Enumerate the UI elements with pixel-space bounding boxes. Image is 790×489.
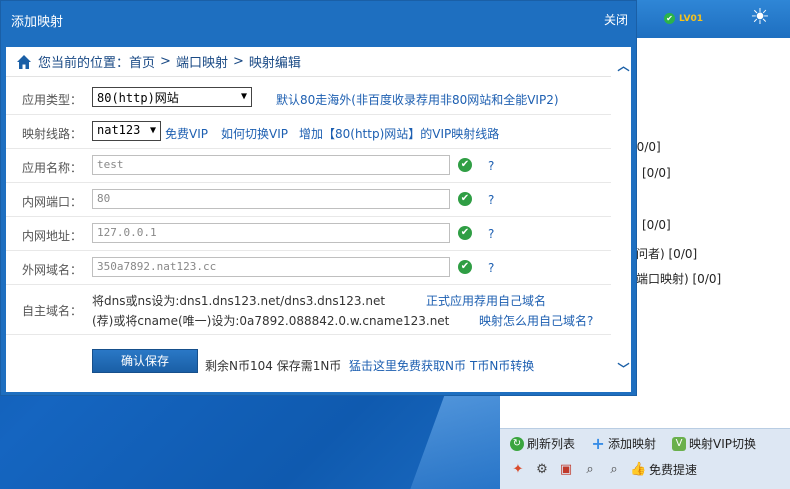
check-icon: ✔	[458, 192, 472, 206]
free-speed-label: 免费提速	[649, 463, 698, 477]
how-switch-vip-link[interactable]: 如何切换VIP	[221, 125, 288, 142]
thumbs-up-icon: 👍	[630, 461, 647, 477]
list-item: [0/0]	[642, 218, 671, 232]
check-icon: ✔	[458, 260, 472, 274]
refresh-icon: ↻	[510, 436, 524, 451]
row-custom-domain: 自主域名： 将dns或ns设为:dns1.dns123.net/dns3.dns…	[6, 285, 611, 335]
level-check-icon: ✔	[664, 13, 675, 24]
dialog-title: 添加映射	[11, 15, 64, 30]
add-vip-route-link[interactable]: 增加【80(http)网站】的VIP映射线路	[299, 125, 499, 142]
zoom-icon[interactable]: ⌕	[606, 462, 622, 478]
how-use-own-domain-link[interactable]: 映射怎么用自己域名?	[479, 312, 593, 329]
breadcrumb-separator: >	[232, 54, 244, 69]
chevron-down-icon: ▼	[240, 91, 247, 102]
mapping-form: 应用类型： 80(http)网站 ▼ 默认80走海外(非百度收录荐用非80网站和…	[6, 81, 611, 335]
wan-domain-help-link[interactable]: ?	[488, 261, 494, 275]
confirm-save-button[interactable]: 确认保存	[92, 349, 198, 373]
scroll-up-icon[interactable]: ︿	[616, 57, 631, 73]
row-wan-domain: 外网域名： 350a7892.nat123.cc ✔ ?	[6, 251, 611, 285]
home-icon	[17, 54, 31, 69]
list-item: 问者) [0/0]	[636, 247, 698, 261]
level-text: LV01	[679, 13, 703, 24]
custom-domain-cname-text: (荐)或将cname(唯一)设为:0a7892.088842.0.w.cname…	[92, 314, 450, 328]
lan-addr-label: 内网地址：	[22, 229, 83, 243]
row-lan-addr: 内网地址： 127.0.0.1 ✔ ?	[6, 217, 611, 251]
app-type-select[interactable]: 80(http)网站 ▼	[92, 87, 252, 107]
app-bottom-toolbar: ↻ 刷新列表 + 添加映射 V 映射VIP切换 ✦ ⚙ ▣ ⌕ ⌕ 👍 免费提速	[500, 428, 790, 489]
custom-domain-label: 自主域名：	[22, 304, 83, 318]
level-badge: ✔ LV01	[664, 13, 703, 24]
check-icon: ✔	[458, 158, 472, 172]
scroll-down-icon[interactable]: ﹀	[616, 360, 631, 376]
refresh-label: 刷新列表	[527, 437, 576, 451]
list-item: 端口映射) [0/0]	[636, 272, 722, 286]
add-mapping-label: 添加映射	[608, 437, 657, 451]
app-type-selected: 80(http)网站	[97, 91, 179, 105]
lan-port-label: 内网端口：	[22, 195, 83, 209]
row-lan-port: 内网端口： 80 ✔ ?	[6, 183, 611, 217]
plus-icon: +	[591, 433, 605, 453]
vip-switch-button[interactable]: V 映射VIP切换	[672, 435, 756, 452]
app-name-help-link[interactable]: ?	[488, 159, 494, 173]
add-mapping-dialog: 添加映射 关闭 您当前的位置： 首页 > 端口映射 > 映射编辑 应用类型： 8…	[0, 0, 637, 396]
free-speed-button[interactable]: 👍 免费提速	[630, 461, 697, 478]
app-name-input[interactable]: test	[92, 155, 450, 175]
use-own-domain-link[interactable]: 正式应用荐用自己域名	[426, 292, 546, 309]
row-app-type: 应用类型： 80(http)网站 ▼ 默认80走海外(非百度收录荐用非80网站和…	[6, 81, 611, 115]
lan-addr-help-link[interactable]: ?	[488, 227, 494, 241]
list-item: [0/0]	[642, 166, 671, 180]
breadcrumb: 您当前的位置： 首页 > 端口映射 > 映射编辑	[6, 47, 611, 77]
breadcrumb-separator: >	[160, 54, 171, 69]
check-icon: ✔	[458, 226, 472, 240]
breadcrumb-home[interactable]: 首页	[129, 52, 155, 71]
route-label: 映射线路：	[22, 127, 83, 141]
breadcrumb-mapping-edit: 映射编辑	[248, 56, 301, 71]
dialog-body: 您当前的位置： 首页 > 端口映射 > 映射编辑 应用类型： 80(http)网…	[6, 47, 631, 392]
gear-icon[interactable]: ⚙	[534, 462, 550, 478]
search-icon[interactable]: ⌕	[582, 462, 598, 478]
vip-icon: V	[672, 436, 687, 451]
app-type-label: 应用类型：	[22, 93, 83, 107]
dialog-header: 添加映射 关闭	[1, 1, 636, 39]
clapper-icon[interactable]: ▣	[558, 462, 574, 478]
wan-domain-input[interactable]: 350a7892.nat123.cc	[92, 257, 450, 277]
free-vip-link[interactable]: 免费VIP	[165, 125, 208, 142]
lan-port-help-link[interactable]: ?	[488, 193, 494, 207]
row-route: 映射线路： nat123 ▼ 免费VIP 如何切换VIP 增加【80(http)…	[6, 115, 611, 149]
wan-domain-label: 外网域名：	[22, 263, 83, 277]
breadcrumb-port-mapping[interactable]: 端口映射	[176, 52, 228, 71]
row-app-name: 应用名称： test ✔ ?	[6, 149, 611, 183]
add-mapping-button[interactable]: + 添加映射	[591, 435, 656, 452]
app-name-label: 应用名称：	[22, 161, 83, 175]
chevron-down-icon: ▼	[149, 125, 156, 136]
settings-sun-icon[interactable]: ☀	[748, 6, 772, 30]
vip-switch-label: 映射VIP切换	[689, 437, 757, 451]
refresh-list-button[interactable]: ↻ 刷新列表	[510, 435, 575, 452]
coin-balance-text: 剩余N币104 保存需1N币	[205, 359, 342, 373]
lan-addr-input[interactable]: 127.0.0.1	[92, 223, 450, 243]
dialog-close-button[interactable]: 关闭	[604, 11, 628, 28]
route-selected: nat123	[97, 123, 141, 137]
get-free-coins-link[interactable]: 猛击这里免费获取N币	[349, 357, 466, 374]
rainbow-icon[interactable]: ✦	[510, 462, 526, 478]
breadcrumb-prefix: 您当前的位置：	[38, 56, 130, 71]
custom-domain-dns-text: 将dns或ns设为:dns1.dns123.net/dns3.dns123.ne…	[92, 294, 386, 308]
app-type-hint-link[interactable]: 默认80走海外(非百度收录荐用非80网站和全能VIP2)	[276, 91, 559, 108]
route-select[interactable]: nat123 ▼	[92, 121, 161, 141]
coin-convert-link[interactable]: T币N币转换	[470, 357, 534, 374]
dialog-scrollbar[interactable]: ︿ ﹀	[616, 47, 631, 392]
lan-port-input[interactable]: 80	[92, 189, 450, 209]
